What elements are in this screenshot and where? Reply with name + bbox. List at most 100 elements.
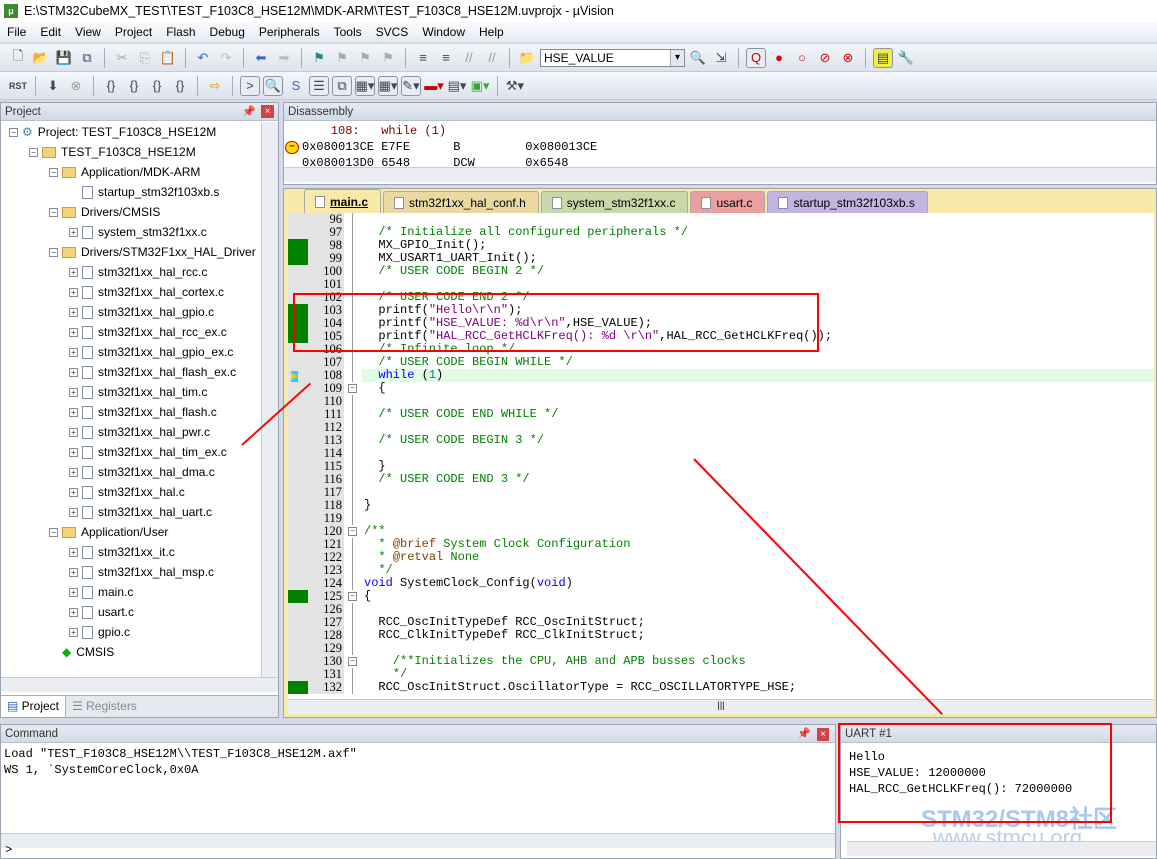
expand-toggle-icon[interactable]: + <box>69 627 78 637</box>
tree-item[interactable]: + stm32f1xx_hal.c <box>1 482 260 502</box>
tree-item[interactable]: + stm32f1xx_hal_gpio_ex.c <box>1 342 260 362</box>
project-vertical-scrollbar[interactable] <box>261 122 278 689</box>
insert-breakpoint-icon[interactable]: ● <box>769 48 789 68</box>
prev-bookmark-icon[interactable]: ⚑ <box>332 48 352 68</box>
toolbox-icon[interactable]: ⚒▾ <box>505 76 525 96</box>
tree-item[interactable]: ◆ CMSIS <box>1 642 260 662</box>
expand-toggle-icon[interactable]: + <box>69 567 78 577</box>
tree-item[interactable]: + stm32f1xx_hal_flash.c <box>1 402 260 422</box>
gutter[interactable] <box>288 447 308 460</box>
menu-debug[interactable]: Debug <box>203 25 252 39</box>
code-line[interactable]: 122 * @retval None <box>288 551 1154 564</box>
code-line[interactable]: 100 /* USER CODE BEGIN 2 */ <box>288 265 1154 278</box>
expand-toggle-icon[interactable]: + <box>69 227 78 237</box>
tree-item[interactable]: + stm32f1xx_hal_rcc.c <box>1 262 260 282</box>
tree-item[interactable]: + system_stm32f1xx.c <box>1 222 260 242</box>
uart-horizontal-scrollbar[interactable] <box>847 841 1156 856</box>
step-into-icon[interactable]: {} <box>101 76 121 96</box>
command-window-icon[interactable]: > <box>240 75 260 96</box>
tree-item[interactable]: + stm32f1xx_hal_tim.c <box>1 382 260 402</box>
memory-window-icon[interactable]: ▦▾ <box>378 75 398 96</box>
tree-item[interactable]: + stm32f1xx_hal_uart.c <box>1 502 260 522</box>
editor-tab-startup-stm32f103xb-s[interactable]: startup_stm32f103xb.s <box>767 191 928 213</box>
code-line[interactable]: 118} <box>288 499 1154 512</box>
gutter[interactable] <box>288 512 308 525</box>
code-editor[interactable]: 96 97 /* Initialize all configured periph… <box>288 213 1154 699</box>
expand-toggle-icon[interactable]: + <box>69 447 78 457</box>
tree-item[interactable]: startup_stm32f103xb.s <box>1 182 260 202</box>
debug-session-icon[interactable]: Q <box>746 47 766 68</box>
gutter[interactable] <box>288 525 308 538</box>
code-line[interactable]: 124 void SystemClock_Config(void) <box>288 577 1154 590</box>
reset-button[interactable]: RST <box>8 76 28 96</box>
expand-toggle-icon[interactable]: + <box>69 487 78 497</box>
collapse-icon[interactable]: − <box>348 527 357 536</box>
redo-icon[interactable]: ↷ <box>216 48 236 68</box>
pin-icon[interactable]: 📌 <box>242 103 256 121</box>
gutter[interactable] <box>288 642 308 655</box>
gutter[interactable] <box>288 213 308 226</box>
menu-view[interactable]: View <box>68 25 108 39</box>
gutter[interactable] <box>288 421 308 434</box>
gutter[interactable] <box>288 668 308 681</box>
tree-item[interactable]: − Drivers/CMSIS <box>1 202 260 222</box>
code-line[interactable]: 119 <box>288 512 1154 525</box>
command-horizontal-scrollbar[interactable] <box>1 833 835 848</box>
code-line[interactable]: 116 /* USER CODE END 3 */ <box>288 473 1154 486</box>
run-to-cursor-icon[interactable]: {} <box>170 76 190 96</box>
disable-breakpoints-icon[interactable]: ⊘ <box>815 48 835 68</box>
code-line[interactable]: 113 /* USER CODE BEGIN 3 */ <box>288 434 1154 447</box>
tab-registers[interactable]: ☰ Registers <box>66 696 143 717</box>
gutter[interactable] <box>288 603 308 616</box>
gutter[interactable] <box>288 434 308 447</box>
coverage-marker[interactable] <box>288 252 308 265</box>
tree-item[interactable]: − Application/User <box>1 522 260 542</box>
step-out-icon[interactable]: {} <box>147 76 167 96</box>
serial-window-icon[interactable]: ✎▾ <box>401 75 421 96</box>
expand-toggle-icon[interactable]: − <box>49 167 58 177</box>
expand-toggle-icon[interactable]: + <box>69 327 78 337</box>
stop-icon[interactable]: ⊗ <box>66 76 86 96</box>
bookmark-icon[interactable]: ⚑ <box>309 48 329 68</box>
disassembly-window-icon[interactable]: 🔍 <box>263 75 283 96</box>
gutter[interactable] <box>288 226 308 239</box>
find-combo[interactable]: HSE_VALUE <box>540 48 685 67</box>
copy-icon[interactable]: ⎘ <box>135 48 155 68</box>
coverage-marker[interactable] <box>288 239 308 252</box>
save-icon[interactable]: 💾 <box>54 48 74 68</box>
expand-toggle-icon[interactable]: + <box>69 607 78 617</box>
project-horizontal-scrollbar[interactable] <box>1 677 278 692</box>
code-line[interactable]: 114 <box>288 447 1154 460</box>
gutter[interactable] <box>288 486 308 499</box>
tree-item[interactable]: − ⚙ Project: TEST_F103C8_HSE12M <box>1 122 260 142</box>
editor-tab-main-c[interactable]: main.c <box>304 189 382 213</box>
kill-breakpoints-icon[interactable]: ⊗ <box>838 48 858 68</box>
tree-item[interactable]: + usart.c <box>1 602 260 622</box>
menu-flash[interactable]: Flash <box>159 25 202 39</box>
unindent-icon[interactable]: ≡ <box>436 48 456 68</box>
find-in-files-icon[interactable]: 📁 <box>517 48 537 68</box>
find-icon[interactable]: 🔍 <box>688 48 708 68</box>
tree-item[interactable]: + main.c <box>1 582 260 602</box>
tree-item[interactable]: − Application/MDK-ARM <box>1 162 260 182</box>
nav-back-icon[interactable]: ⬅ <box>251 48 271 68</box>
gutter[interactable] <box>288 616 308 629</box>
gutter[interactable] <box>288 538 308 551</box>
window-layout-icon[interactable]: ▤ <box>873 47 893 68</box>
tree-item[interactable]: − Drivers/STM32F1xx_HAL_Driver <box>1 242 260 262</box>
gutter[interactable]: ▶ <box>288 369 308 384</box>
gutter[interactable] <box>288 629 308 642</box>
tree-item[interactable]: + stm32f1xx_hal_msp.c <box>1 562 260 582</box>
tab-project[interactable]: ▤ Project <box>1 696 67 717</box>
gutter[interactable] <box>288 499 308 512</box>
expand-toggle-icon[interactable]: + <box>69 407 78 417</box>
paste-icon[interactable]: 📋 <box>158 48 178 68</box>
gutter[interactable] <box>288 460 308 473</box>
menu-peripherals[interactable]: Peripherals <box>252 25 327 39</box>
menu-svcs[interactable]: SVCS <box>369 25 416 39</box>
disassembly-horizontal-scrollbar[interactable] <box>284 167 1156 182</box>
gutter[interactable] <box>288 655 308 668</box>
gutter[interactable] <box>288 356 308 369</box>
close-icon[interactable]: × <box>261 105 274 118</box>
menu-tools[interactable]: Tools <box>327 25 369 39</box>
